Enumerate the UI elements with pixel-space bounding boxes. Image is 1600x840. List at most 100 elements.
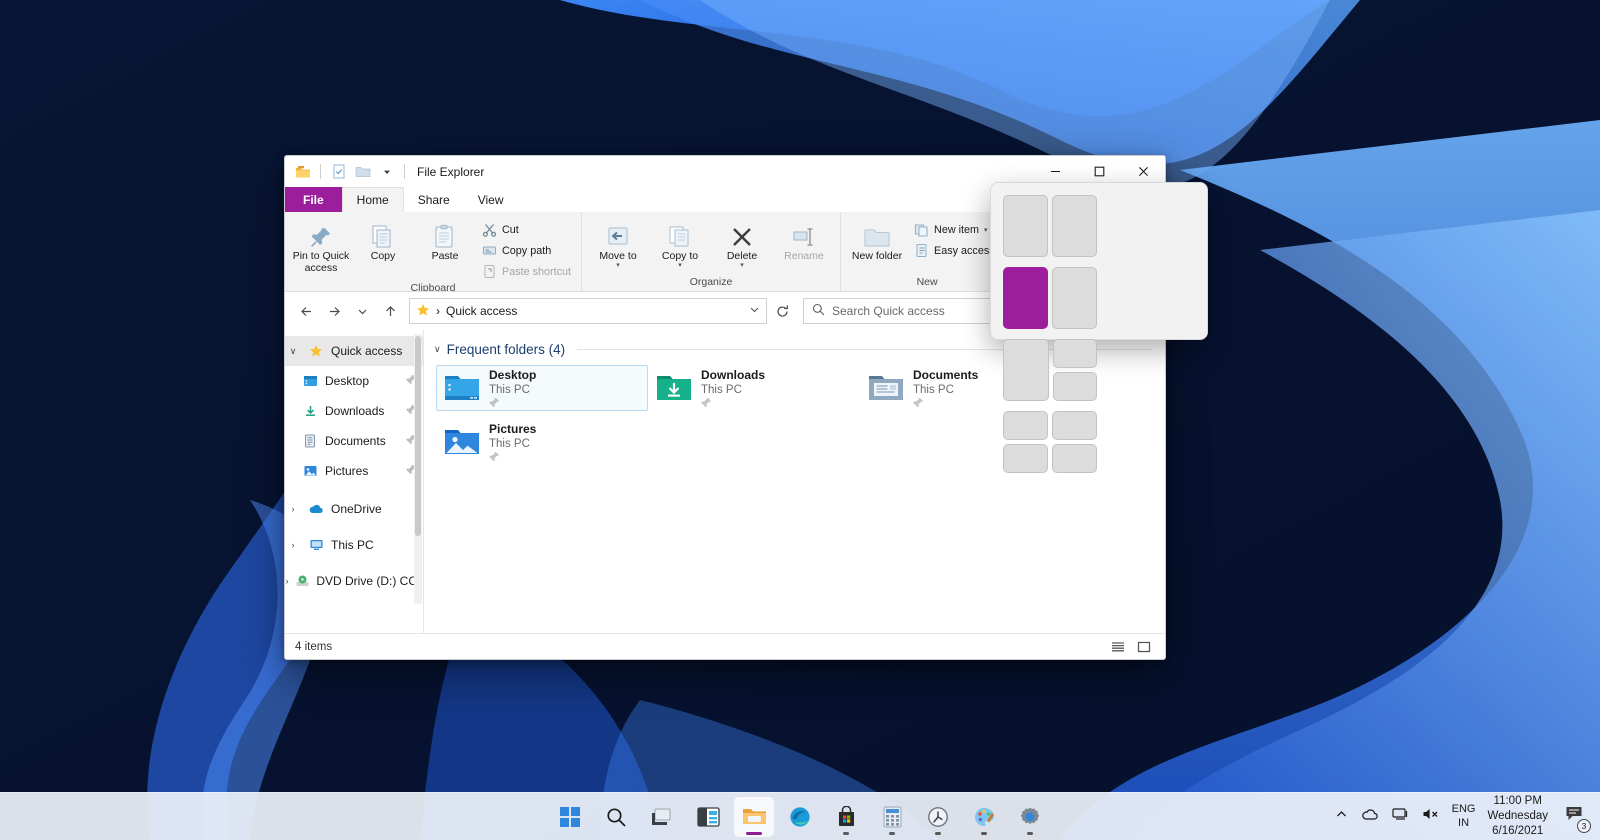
sidebar-item-downloads[interactable]: Downloads — [285, 396, 423, 426]
folder-tile-pictures[interactable]: Pictures This PC — [436, 419, 648, 465]
copy-to-dropdown-icon[interactable]: ▾ — [678, 262, 682, 270]
start-button[interactable] — [550, 797, 590, 837]
task-view-button[interactable] — [642, 797, 682, 837]
sidebar-item-this-pc[interactable]: › This PC — [285, 530, 423, 560]
settings-button[interactable] — [1010, 797, 1050, 837]
expand-chevron-icon[interactable]: › — [285, 504, 301, 514]
edge-button[interactable] — [780, 797, 820, 837]
snap-layout-four-quadrants[interactable] — [1003, 411, 1097, 473]
tab-file[interactable]: File — [285, 187, 342, 212]
snap-cell[interactable] — [1003, 411, 1048, 440]
clock[interactable]: 11:00 PM Wednesday 6/16/2021 — [1487, 794, 1548, 839]
large-icons-view-button[interactable] — [1133, 637, 1155, 657]
refresh-icon[interactable] — [769, 298, 795, 324]
address-dropdown-icon[interactable] — [749, 304, 760, 318]
snap-cell[interactable] — [1003, 444, 1048, 473]
address-input[interactable]: › Quick access — [409, 298, 767, 324]
sidebar-item-desktop[interactable]: Desktop — [285, 366, 423, 396]
collapse-chevron-icon[interactable]: ∨ — [434, 344, 441, 355]
search-input[interactable]: Search Quick access — [803, 298, 1015, 324]
tab-home[interactable]: Home — [341, 187, 404, 212]
show-hidden-icons-chevron[interactable] — [1335, 808, 1348, 826]
snap-layout-two-columns-wide-left[interactable] — [1003, 267, 1097, 329]
snap-cell[interactable] — [1003, 195, 1048, 257]
folder-name: Downloads — [701, 367, 766, 382]
sidebar-item-onedrive[interactable]: › OneDrive — [285, 494, 423, 524]
new-folder-icon[interactable] — [353, 162, 372, 181]
network-icon[interactable] — [1392, 807, 1409, 826]
move-to-button[interactable]: Move to ▾ — [587, 215, 649, 270]
paste-shortcut-button[interactable]: Paste shortcut — [476, 261, 576, 282]
forward-arrow-icon[interactable] — [321, 298, 347, 324]
recent-locations-chevron-icon[interactable] — [349, 298, 375, 324]
notification-center-button[interactable]: 3 — [1560, 802, 1591, 833]
expand-chevron-icon[interactable]: › — [285, 540, 301, 550]
tray-icons[interactable] — [1335, 807, 1440, 826]
taskbar-items[interactable] — [550, 796, 1050, 837]
sidebar-item-documents[interactable]: Documents — [285, 426, 423, 456]
system-tray[interactable]: ENG IN 11:00 PM Wednesday 6/16/2021 3 — [1335, 794, 1600, 839]
snap-cell[interactable] — [1052, 195, 1097, 257]
move-to-dropdown-icon[interactable]: ▾ — [616, 262, 620, 270]
sidebar-item-pictures[interactable]: Pictures — [285, 456, 423, 486]
tab-view[interactable]: View — [464, 187, 518, 212]
back-arrow-icon[interactable] — [293, 298, 319, 324]
snap-cell[interactable] — [1052, 411, 1097, 440]
sidebar-label-onedrive: OneDrive — [331, 502, 382, 516]
rename-button[interactable]: Rename — [773, 215, 835, 262]
clock-app-button[interactable] — [918, 797, 958, 837]
copy-button[interactable]: Copy — [352, 215, 414, 262]
expand-chevron-icon[interactable]: › — [285, 576, 289, 586]
taskbar[interactable]: ENG IN 11:00 PM Wednesday 6/16/2021 3 — [0, 792, 1600, 840]
snap-cell-highlighted[interactable] — [1003, 267, 1048, 329]
quick-access-toolbar[interactable] — [285, 162, 408, 181]
view-toggle-buttons[interactable] — [1107, 637, 1155, 657]
paste-button[interactable]: Paste — [414, 215, 476, 262]
snap-layout-three-columns[interactable] — [1003, 339, 1097, 401]
sidebar-item-quick-access[interactable]: ∨ Quick access — [285, 336, 423, 366]
up-arrow-icon[interactable] — [377, 298, 403, 324]
snap-cell[interactable] — [1003, 339, 1049, 401]
widgets-button[interactable] — [688, 797, 728, 837]
folder-tile-downloads[interactable]: Downloads This PC — [648, 365, 860, 411]
search-button[interactable] — [596, 797, 636, 837]
pin-to-quick-access-button[interactable]: Pin to Quick access — [290, 215, 352, 274]
running-indicator — [889, 831, 895, 835]
copy-path-button[interactable]: Copy path — [476, 240, 576, 261]
expand-chevron-icon[interactable]: ∨ — [285, 346, 301, 357]
cut-button[interactable]: Cut — [476, 219, 576, 240]
copy-to-button[interactable]: Copy to ▾ — [649, 215, 711, 270]
sidebar-item-dvd-drive[interactable]: › DVD Drive (D:) CC — [285, 566, 423, 596]
snap-cell[interactable] — [1053, 339, 1097, 368]
navigation-pane[interactable]: ∨ Quick access Desktop Downloads Documen… — [285, 330, 423, 633]
microsoft-store-button[interactable] — [826, 797, 866, 837]
folder-tile-desktop[interactable]: Desktop This PC — [436, 365, 648, 411]
new-item-dropdown-icon[interactable]: ▾ — [984, 226, 988, 234]
snap-cell[interactable] — [1052, 444, 1097, 473]
onedrive-cloud-icon[interactable] — [1361, 808, 1379, 826]
volume-muted-icon[interactable] — [1422, 807, 1440, 826]
paint-button[interactable] — [964, 797, 1004, 837]
new-folder-button[interactable]: New folder — [846, 215, 908, 262]
active-indicator — [746, 831, 762, 835]
folder-icon[interactable] — [293, 162, 312, 181]
snap-cell[interactable] — [1053, 372, 1097, 401]
navigation-scrollbar[interactable] — [414, 334, 422, 604]
file-explorer-button[interactable] — [734, 796, 774, 837]
language-indicator[interactable]: ENG IN — [1452, 803, 1476, 831]
tab-share[interactable]: Share — [404, 187, 464, 212]
delete-dropdown-icon[interactable]: ▾ — [740, 262, 744, 270]
delete-button[interactable]: Delete ▾ — [711, 215, 773, 270]
snap-layouts-flyout[interactable] — [990, 182, 1208, 473]
snap-layout-two-columns-equal[interactable] — [1003, 195, 1097, 257]
running-indicator — [981, 831, 987, 835]
calculator-button[interactable] — [872, 797, 912, 837]
sidebar-label-desktop: Desktop — [325, 374, 370, 388]
breadcrumb-path[interactable]: Quick access — [446, 304, 517, 318]
details-view-button[interactable] — [1107, 637, 1129, 657]
pin-icon — [701, 397, 765, 408]
customize-chevron-icon[interactable] — [377, 162, 396, 181]
properties-icon[interactable] — [329, 162, 348, 181]
paste-shortcut-label: Paste shortcut — [502, 265, 572, 278]
snap-cell[interactable] — [1052, 267, 1097, 329]
